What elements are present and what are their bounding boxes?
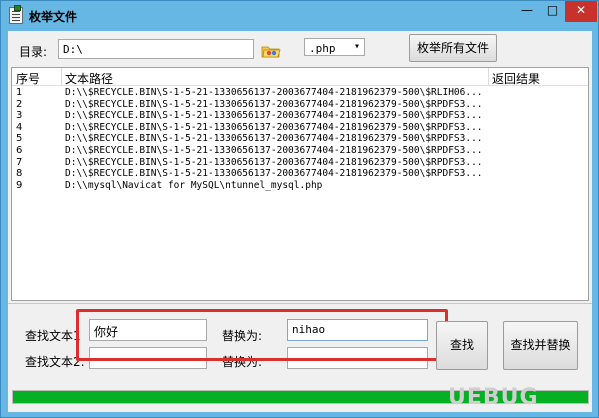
row-path: D:\\$RECYCLE.BIN\S-1-5-21-1330656137-200… — [65, 121, 483, 133]
table-row[interactable]: 5 D:\\$RECYCLE.BIN\S-1-5-21-1330656137-20… — [12, 133, 588, 144]
window-title: 枚举文件 — [29, 10, 78, 24]
row-index: 7 — [16, 156, 23, 168]
maximize-button[interactable]: □ — [540, 1, 565, 22]
row-index: 1 — [16, 87, 23, 98]
row-path: D:\\mysql\Navicat for MySQL\ntunnel_mysq… — [65, 179, 323, 191]
row-index: 2 — [16, 98, 23, 110]
table-row[interactable]: 4 D:\\$RECYCLE.BIN\S-1-5-21-1330656137-20… — [12, 122, 588, 133]
row-index: 9 — [16, 179, 23, 191]
file-list[interactable]: 序号 文本路径 返回结果 1 D:\\$RECYCLE.BIN\S-1-5-21-… — [11, 67, 589, 301]
row-path: D:\\$RECYCLE.BIN\S-1-5-21-1330656137-200… — [65, 98, 483, 110]
column-path[interactable]: 文本路径 — [65, 70, 113, 87]
table-row[interactable]: 2 D:\\$RECYCLE.BIN\S-1-5-21-1330656137-20… — [12, 99, 588, 110]
section-divider — [8, 303, 592, 304]
row-path: D:\\$RECYCLE.BIN\S-1-5-21-1330656137-200… — [65, 168, 483, 180]
chevron-down-icon: ▾ — [353, 41, 360, 52]
table-row[interactable]: 6 D:\\$RECYCLE.BIN\S-1-5-21-1330656137-20… — [12, 145, 588, 156]
row-path: D:\\$RECYCLE.BIN\S-1-5-21-1330656137-200… — [65, 145, 483, 156]
row-path: D:\\$RECYCLE.BIN\S-1-5-21-1330656137-200… — [65, 156, 483, 168]
column-result[interactable]: 返回结果 — [492, 70, 540, 87]
row-index: 6 — [16, 145, 23, 156]
column-divider — [61, 68, 62, 86]
row-index: 4 — [16, 121, 23, 133]
row-path: D:\\$RECYCLE.BIN\S-1-5-21-1330656137-200… — [65, 110, 483, 122]
find-text-1-label: 查找文本1 — [25, 329, 81, 343]
row-index: 3 — [16, 110, 23, 122]
close-button[interactable]: ✕ — [565, 1, 597, 22]
row-path: D:\\$RECYCLE.BIN\S-1-5-21-1330656137-200… — [65, 133, 483, 145]
find-button[interactable]: 查找 — [436, 321, 488, 370]
table-row[interactable]: 7 D:\\$RECYCLE.BIN\S-1-5-21-1330656137-20… — [12, 157, 588, 168]
row-index: 8 — [16, 168, 23, 180]
client-area: 目录: D:\ .php ▾ 枚举所有文件 序号 文本路径 返回结果 1 D:\\… — [8, 31, 592, 412]
app-notepad-icon — [9, 5, 23, 24]
directory-label: 目录: — [19, 45, 48, 59]
row-path: D:\\$RECYCLE.BIN\S-1-5-21-1330656137-200… — [65, 87, 483, 98]
minimize-button[interactable]: — — [514, 1, 540, 22]
list-header: 序号 文本路径 返回结果 — [12, 68, 588, 86]
table-row[interactable]: 9 D:\\mysql\Navicat for MySQL\ntunnel_mys… — [12, 180, 588, 191]
extension-select[interactable]: .php ▾ — [304, 38, 365, 56]
title-bar[interactable]: 枚举文件 — □ ✕ — [1, 1, 598, 31]
column-index[interactable]: 序号 — [16, 70, 40, 87]
table-row[interactable]: 1 D:\\$RECYCLE.BIN\S-1-5-21-1330656137-20… — [12, 87, 588, 98]
watermark-logo: UEBUG — [448, 385, 539, 410]
highlight-box — [76, 309, 448, 361]
extension-value: .php — [309, 42, 336, 55]
table-row[interactable]: 8 D:\\$RECYCLE.BIN\S-1-5-21-1330656137-20… — [12, 168, 588, 179]
directory-input[interactable]: D:\ — [58, 39, 254, 59]
table-row[interactable]: 3 D:\\$RECYCLE.BIN\S-1-5-21-1330656137-20… — [12, 110, 588, 121]
enumerate-files-button[interactable]: 枚举所有文件 — [409, 34, 497, 62]
main-window: 枚举文件 — □ ✕ 目录: D:\ .php ▾ 枚举所有文件 序号 文本路径… — [0, 0, 599, 418]
folder-browse-icon[interactable] — [261, 42, 281, 58]
row-index: 5 — [16, 133, 23, 145]
column-divider — [488, 68, 489, 86]
find-and-replace-button[interactable]: 查找并替换 — [503, 321, 578, 370]
